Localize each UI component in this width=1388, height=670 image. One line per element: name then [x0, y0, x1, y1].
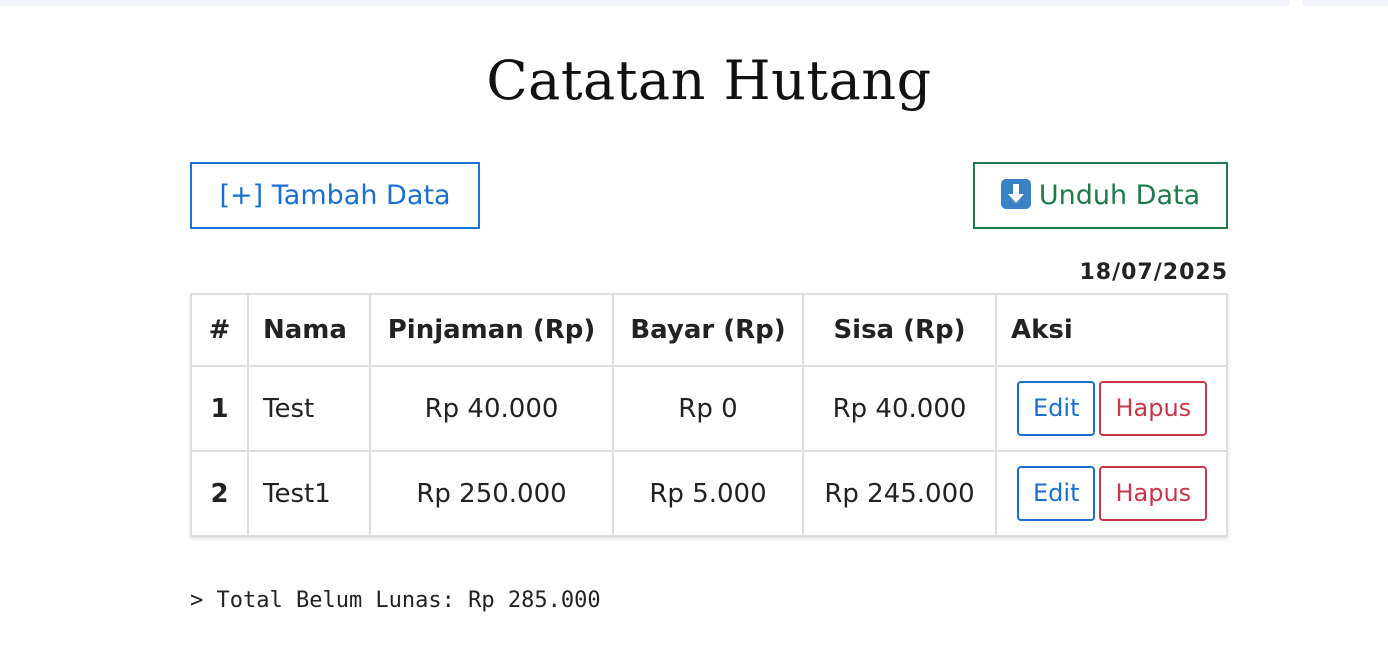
edit-button[interactable]: Edit	[1017, 381, 1096, 436]
header-nama: Nama	[247, 293, 371, 367]
top-strip	[0, 0, 1388, 6]
add-data-button[interactable]: [+] Tambah Data	[190, 162, 480, 229]
header-aksi: Aksi	[995, 293, 1228, 367]
header-sisa: Sisa (Rp)	[802, 293, 997, 367]
row-pinjaman: Rp 250.000	[369, 450, 614, 537]
download-data-label: Unduh Data	[1038, 180, 1201, 211]
total-unpaid: > Total Belum Lunas: Rp 285.000	[190, 588, 601, 613]
edit-button[interactable]: Edit	[1017, 466, 1096, 521]
row-pinjaman: Rp 40.000	[369, 365, 614, 452]
row-actions: Edit Hapus	[995, 450, 1228, 537]
row-nama: Test1	[247, 450, 371, 537]
row-bayar: Rp 0	[612, 365, 804, 452]
download-data-button[interactable]: Unduh Data	[973, 162, 1228, 229]
table-header-row: # Nama Pinjaman (Rp) Bayar (Rp) Sisa (Rp…	[190, 293, 1228, 367]
row-bayar: Rp 5.000	[612, 450, 804, 537]
header-bayar: Bayar (Rp)	[612, 293, 804, 367]
row-number: 1	[190, 365, 249, 452]
table-row: 2 Test1 Rp 250.000 Rp 5.000 Rp 245.000 E…	[190, 450, 1228, 537]
page-title: Catatan Hutang	[486, 49, 932, 112]
row-sisa: Rp 245.000	[802, 450, 997, 537]
row-actions: Edit Hapus	[995, 365, 1228, 452]
table-row: 1 Test Rp 40.000 Rp 0 Rp 40.000 Edit Hapu…	[190, 365, 1228, 452]
debt-table: # Nama Pinjaman (Rp) Bayar (Rp) Sisa (Rp…	[190, 293, 1228, 537]
header-pinjaman: Pinjaman (Rp)	[369, 293, 614, 367]
header-number: #	[190, 293, 249, 367]
delete-button[interactable]: Hapus	[1099, 381, 1208, 436]
top-strip-gap	[1290, 0, 1302, 6]
delete-button[interactable]: Hapus	[1099, 466, 1208, 521]
row-sisa: Rp 40.000	[802, 365, 997, 452]
row-number: 2	[190, 450, 249, 537]
current-date: 18/07/2025	[1079, 260, 1228, 285]
download-arrow-icon	[1000, 179, 1031, 209]
row-nama: Test	[247, 365, 371, 452]
